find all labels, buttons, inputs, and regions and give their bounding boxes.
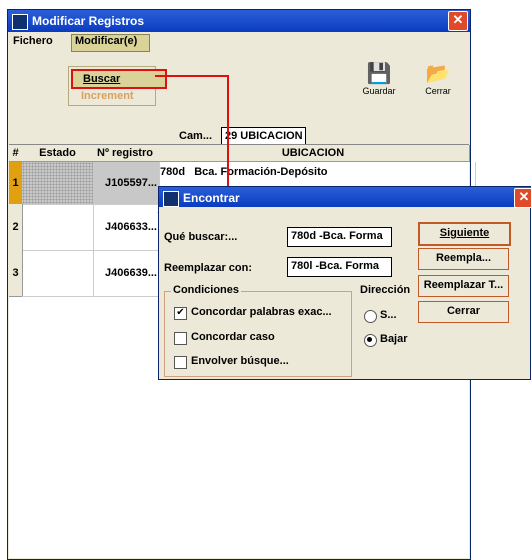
open-folder-icon: 📂 bbox=[425, 63, 451, 85]
menu-fichero[interactable]: Fichero bbox=[13, 35, 53, 47]
reemplazar-label: Reemplazar con: bbox=[164, 262, 253, 274]
cell-estado-2[interactable] bbox=[22, 204, 94, 251]
app-icon bbox=[12, 14, 28, 30]
window-close-button[interactable]: ✕ bbox=[448, 11, 468, 31]
subir-radio[interactable] bbox=[364, 310, 377, 323]
row-header-2[interactable]: 2 bbox=[9, 204, 23, 251]
col-header-registro: Nº registro bbox=[93, 145, 158, 162]
reemplazar-input[interactable]: 780l -Bca. Forma bbox=[287, 257, 392, 277]
connector-line-horizontal bbox=[155, 75, 229, 77]
col-header-estado: Estado bbox=[22, 145, 94, 162]
siguiente-button[interactable]: Siguiente bbox=[418, 222, 511, 246]
connector-line-vertical bbox=[227, 75, 229, 199]
dialog-title: Encontrar bbox=[183, 191, 240, 205]
que-buscar-input[interactable]: 780d -Bca. Forma bbox=[287, 227, 392, 247]
caso-label: Concordar caso bbox=[191, 331, 275, 343]
buscar-label: Buscar bbox=[83, 73, 121, 85]
caso-checkbox[interactable] bbox=[174, 332, 187, 345]
subir-label: S... bbox=[380, 309, 397, 321]
col-header-ubicacion: UBICACION bbox=[157, 145, 470, 162]
guardar-button[interactable]: 💾 Guardar bbox=[359, 62, 399, 102]
condiciones-title: Condiciones bbox=[171, 284, 242, 296]
dialog-close-button[interactable]: ✕ bbox=[514, 188, 531, 208]
dialog-titlebar[interactable]: Encontrar ✕ bbox=[159, 187, 531, 208]
window-titlebar[interactable]: Modificar Registros ✕ bbox=[8, 10, 470, 32]
campo-select[interactable]: 29 UBICACION bbox=[221, 127, 306, 145]
envolver-label: Envolver búsque... bbox=[191, 355, 289, 367]
col-header-num: # bbox=[9, 145, 23, 162]
campo-label: Cam... bbox=[179, 130, 213, 142]
condiciones-group: Condiciones ✔ Concordar palabras exac...… bbox=[164, 284, 352, 377]
cerrar-toolbar-label: Cerrar bbox=[425, 86, 451, 96]
modificar-dropdown: Buscar Increment bbox=[68, 66, 167, 106]
siguiente-label: Siguiente bbox=[439, 227, 490, 239]
guardar-label: Guardar bbox=[362, 86, 396, 96]
dialog-icon bbox=[163, 191, 179, 207]
palabras-label: Concordar palabras exac... bbox=[191, 306, 332, 318]
save-icon: 💾 bbox=[366, 63, 392, 85]
encontrar-dialog: Encontrar ✕ Qué buscar:... 780d -Bca. Fo… bbox=[158, 186, 531, 380]
cell-estado-3[interactable] bbox=[22, 250, 94, 297]
reemplazar-button[interactable]: Reempla... bbox=[418, 248, 509, 270]
cell-registro-1[interactable]: J105597... bbox=[93, 162, 160, 205]
cell-estado-1[interactable] bbox=[22, 162, 94, 205]
row-header-1[interactable]: 1 bbox=[9, 162, 23, 205]
envolver-checkbox[interactable] bbox=[174, 356, 187, 369]
reemplazar-todo-button[interactable]: Reemplazar T... bbox=[418, 275, 509, 297]
direccion-title: Dirección bbox=[358, 284, 413, 296]
cerrar-toolbar-button[interactable]: 📂 Cerrar bbox=[418, 62, 458, 102]
bajar-radio[interactable] bbox=[364, 334, 377, 347]
cell-registro-3[interactable]: J406639... bbox=[93, 250, 160, 297]
menu-item-buscar[interactable]: Buscar bbox=[71, 69, 167, 89]
menubar: Fichero Modificar(e) bbox=[8, 32, 470, 52]
que-buscar-label: Qué buscar:... bbox=[164, 231, 238, 243]
row-header-3[interactable]: 3 bbox=[9, 250, 23, 297]
direccion-group: Dirección S... Bajar bbox=[357, 284, 415, 355]
cell-registro-2[interactable]: J406633... bbox=[93, 204, 160, 251]
cerrar-dialog-button[interactable]: Cerrar bbox=[418, 301, 509, 323]
palabras-checkbox[interactable]: ✔ bbox=[174, 307, 187, 320]
menu-modificar-label: Modificar(e) bbox=[75, 35, 138, 47]
window-title: Modificar Registros bbox=[32, 14, 145, 28]
bajar-label: Bajar bbox=[380, 333, 408, 345]
menu-item-increment: Increment bbox=[81, 90, 134, 102]
